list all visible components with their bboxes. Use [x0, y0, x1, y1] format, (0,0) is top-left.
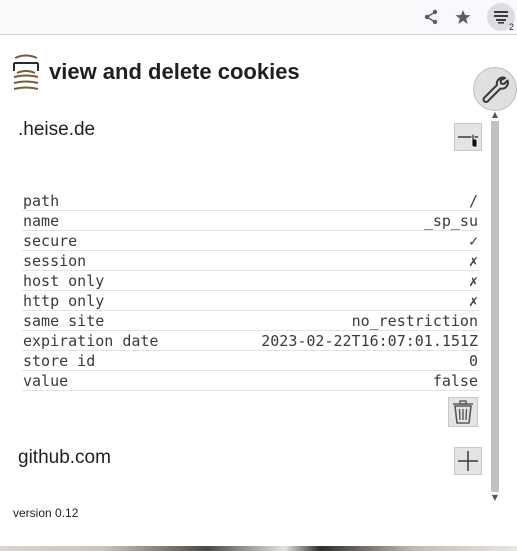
extension-menu-icon[interactable]: 2 — [487, 3, 515, 32]
cookie-list[interactable]: .heise.de path / name _sp_su secure ✓ session ✗… — [0, 109, 489, 504]
property-key: store id — [22, 350, 199, 371]
scrollbar-thumb[interactable] — [491, 121, 499, 492]
property-value: no_restriction — [198, 310, 479, 331]
property-key: session — [22, 250, 199, 271]
plus-icon — [458, 451, 478, 471]
property-key: same site — [22, 310, 199, 331]
property-value: ✓ — [198, 230, 479, 251]
cookie-property-row: path / — [22, 191, 479, 211]
cookie-property-row: secure ✓ — [22, 230, 479, 251]
property-value: / — [198, 191, 479, 211]
property-key: name — [22, 210, 199, 231]
delete-cookie-button[interactable] — [448, 397, 478, 427]
share-icon[interactable] — [418, 4, 444, 30]
property-value: _sp_su — [198, 210, 479, 231]
scrollbar[interactable]: ▲ ▼ — [489, 109, 501, 504]
property-key: secure — [22, 230, 199, 251]
browser-toolbar: 2 — [0, 0, 517, 35]
expand-button[interactable] — [454, 447, 482, 475]
cookie-property-row: http only ✗ — [22, 290, 479, 311]
property-value: ✗ — [198, 250, 479, 271]
domain-row: github.com — [18, 447, 484, 477]
domain-name: github.com — [18, 447, 111, 468]
property-value: false — [198, 370, 479, 391]
cookie-properties-table: path / name _sp_su secure ✓ session ✗ host only ✗… — [22, 191, 479, 391]
property-value: 2023-02-22T16:07:01.151Z — [198, 330, 479, 351]
cookie-property-row: expiration date 2023-02-22T16:07:01.151Z — [22, 330, 479, 351]
popup-title: view and delete cookies — [49, 59, 300, 84]
cookie-popup: view and delete cookies .heise.de path / n… — [0, 35, 517, 546]
property-value: 0 — [198, 350, 479, 371]
property-key: path — [22, 191, 199, 211]
cookie-property-row: value false — [22, 370, 479, 391]
minus-icon — [458, 133, 478, 148]
scroll-down-arrow-icon[interactable]: ▼ — [491, 494, 499, 502]
property-key: expiration date — [22, 330, 199, 351]
trash-icon — [453, 400, 473, 424]
scroll-up-arrow-icon[interactable]: ▲ — [491, 111, 499, 119]
cookie-property-row: name _sp_su — [22, 210, 479, 231]
version-label: version 0.12 — [13, 506, 79, 520]
settings-button[interactable] — [473, 67, 517, 111]
cookie-jar-logo-icon — [11, 53, 41, 93]
domain-name: .heise.de — [18, 119, 96, 140]
domain-row: .heise.de — [18, 119, 484, 151]
cookie-property-row: store id 0 — [22, 350, 479, 371]
property-value: ✗ — [198, 290, 479, 311]
cookie-property-row: host only ✗ — [22, 270, 479, 291]
cookie-property-row: same site no_restriction — [22, 310, 479, 331]
property-key: http only — [22, 290, 199, 311]
star-icon[interactable] — [450, 4, 476, 30]
wrench-icon — [482, 76, 509, 103]
popup-header: view and delete cookies — [8, 51, 517, 111]
cookie-property-row: session ✗ — [22, 250, 479, 271]
collapse-button[interactable] — [454, 123, 482, 151]
property-value: ✗ — [198, 270, 479, 291]
property-key: host only — [22, 270, 199, 291]
extension-badge: 2 — [508, 22, 514, 32]
property-key: value — [22, 370, 199, 391]
page-background-strip — [0, 546, 517, 551]
